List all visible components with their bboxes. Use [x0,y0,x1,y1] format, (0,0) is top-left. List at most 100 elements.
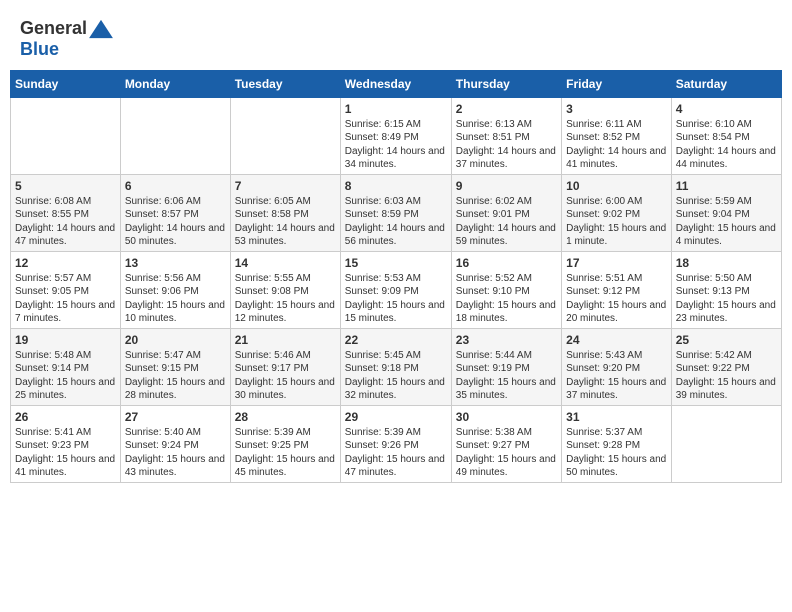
day-number: 12 [15,256,116,270]
calendar-cell: 6Sunrise: 6:06 AM Sunset: 8:57 PM Daylig… [120,174,230,251]
day-number: 7 [235,179,336,193]
day-number: 11 [676,179,777,193]
calendar-cell: 13 Sunrise: 5:56 AM Sunset: 9:06 PM Dayli… [120,251,230,328]
day-info: Sunrise: 5:41 AM Sunset: 9:23 PM Dayligh… [15,426,116,480]
calendar-cell: 24 Sunrise: 5:43 AM Sunset: 9:20 PM Dayli… [562,328,672,405]
day-info: Sunrise: 5:53 AM Sunset: 9:09 PM Dayligh… [345,272,447,326]
day-number: 4 [676,102,777,116]
calendar-cell [120,97,230,174]
day-info: Sunrise: 5:59 AM Sunset: 9:04 PM Dayligh… [676,195,777,249]
day-info: Sunrise: 6:05 AM Sunset: 8:58 PM Dayligh… [235,195,336,249]
day-number: 18 [676,256,777,270]
day-number: 24 [566,333,667,347]
day-number: 16 [456,256,557,270]
weekday-header-row: SundayMondayTuesdayWednesdayThursdayFrid… [11,70,782,97]
calendar-table: SundayMondayTuesdayWednesdayThursdayFrid… [10,70,782,483]
weekday-header-sunday: Sunday [11,70,121,97]
calendar-week-row: 19 Sunrise: 5:48 AM Sunset: 9:14 PM Dayli… [11,328,782,405]
day-info: Sunrise: 5:55 AM Sunset: 9:08 PM Dayligh… [235,272,336,326]
day-number: 29 [345,410,447,424]
day-info: Sunrise: 5:45 AM Sunset: 9:18 PM Dayligh… [345,349,447,403]
calendar-week-row: 26 Sunrise: 5:41 AM Sunset: 9:23 PM Dayli… [11,405,782,482]
day-info: Sunrise: 5:51 AM Sunset: 9:12 PM Dayligh… [566,272,667,326]
calendar-cell: 21 Sunrise: 5:46 AM Sunset: 9:17 PM Dayli… [230,328,340,405]
calendar-cell: 2 Sunrise: 6:13 AM Sunset: 8:51 PM Daylig… [451,97,561,174]
calendar-cell: 31Sunrise: 5:37 AM Sunset: 9:28 PM Dayli… [562,405,672,482]
day-number: 13 [125,256,226,270]
day-number: 1 [345,102,447,116]
calendar-cell: 20Sunrise: 5:47 AM Sunset: 9:15 PM Dayli… [120,328,230,405]
day-info: Sunrise: 6:15 AM Sunset: 8:49 PM Dayligh… [345,118,447,172]
day-number: 21 [235,333,336,347]
logo: GeneralBlue [20,18,115,60]
calendar-cell: 5 Sunrise: 6:08 AM Sunset: 8:55 PM Daylig… [11,174,121,251]
logo-icon [87,18,115,40]
calendar-cell [671,405,781,482]
calendar-cell: 25Sunrise: 5:42 AM Sunset: 9:22 PM Dayli… [671,328,781,405]
day-number: 22 [345,333,447,347]
day-number: 9 [456,179,557,193]
calendar-cell: 14 Sunrise: 5:55 AM Sunset: 9:08 PM Dayli… [230,251,340,328]
day-info: Sunrise: 5:43 AM Sunset: 9:20 PM Dayligh… [566,349,667,403]
weekday-header-wednesday: Wednesday [340,70,451,97]
calendar-cell: 3Sunrise: 6:11 AM Sunset: 8:52 PM Daylig… [562,97,672,174]
day-info: Sunrise: 5:50 AM Sunset: 9:13 PM Dayligh… [676,272,777,326]
day-info: Sunrise: 6:02 AM Sunset: 9:01 PM Dayligh… [456,195,557,249]
page-header: GeneralBlue [10,10,782,66]
day-number: 10 [566,179,667,193]
day-number: 5 [15,179,116,193]
calendar-cell: 23 Sunrise: 5:44 AM Sunset: 9:19 PM Dayli… [451,328,561,405]
calendar-cell: 1 Sunrise: 6:15 AM Sunset: 8:49 PM Daylig… [340,97,451,174]
calendar-week-row: 12 Sunrise: 5:57 AM Sunset: 9:05 PM Dayli… [11,251,782,328]
day-number: 20 [125,333,226,347]
day-info: Sunrise: 5:44 AM Sunset: 9:19 PM Dayligh… [456,349,557,403]
weekday-header-saturday: Saturday [671,70,781,97]
calendar-cell: 15 Sunrise: 5:53 AM Sunset: 9:09 PM Dayli… [340,251,451,328]
weekday-header-monday: Monday [120,70,230,97]
day-info: Sunrise: 5:39 AM Sunset: 9:26 PM Dayligh… [345,426,447,480]
calendar-cell: 10Sunrise: 6:00 AM Sunset: 9:02 PM Dayli… [562,174,672,251]
day-number: 27 [125,410,226,424]
calendar-cell: 22 Sunrise: 5:45 AM Sunset: 9:18 PM Dayli… [340,328,451,405]
day-info: Sunrise: 6:11 AM Sunset: 8:52 PM Dayligh… [566,118,667,172]
logo-blue-text: Blue [20,40,115,60]
day-number: 25 [676,333,777,347]
day-number: 2 [456,102,557,116]
day-info: Sunrise: 5:56 AM Sunset: 9:06 PM Dayligh… [125,272,226,326]
day-number: 17 [566,256,667,270]
weekday-header-friday: Friday [562,70,672,97]
calendar-cell: 4Sunrise: 6:10 AM Sunset: 8:54 PM Daylig… [671,97,781,174]
day-info: Sunrise: 5:39 AM Sunset: 9:25 PM Dayligh… [235,426,336,480]
calendar-cell: 9 Sunrise: 6:02 AM Sunset: 9:01 PM Daylig… [451,174,561,251]
calendar-cell: 8Sunrise: 6:03 AM Sunset: 8:59 PM Daylig… [340,174,451,251]
weekday-header-thursday: Thursday [451,70,561,97]
calendar-cell: 27 Sunrise: 5:40 AM Sunset: 9:24 PM Dayli… [120,405,230,482]
day-info: Sunrise: 5:52 AM Sunset: 9:10 PM Dayligh… [456,272,557,326]
day-info: Sunrise: 5:37 AM Sunset: 9:28 PM Dayligh… [566,426,667,480]
day-info: Sunrise: 6:08 AM Sunset: 8:55 PM Dayligh… [15,195,116,249]
calendar-cell: 12 Sunrise: 5:57 AM Sunset: 9:05 PM Dayli… [11,251,121,328]
day-number: 28 [235,410,336,424]
day-info: Sunrise: 5:57 AM Sunset: 9:05 PM Dayligh… [15,272,116,326]
logo-general-text: General [20,19,87,39]
day-info: Sunrise: 6:03 AM Sunset: 8:59 PM Dayligh… [345,195,447,249]
calendar-cell: 17 Sunrise: 5:51 AM Sunset: 9:12 PM Dayli… [562,251,672,328]
day-number: 15 [345,256,447,270]
calendar-cell [230,97,340,174]
day-number: 30 [456,410,557,424]
day-info: Sunrise: 6:13 AM Sunset: 8:51 PM Dayligh… [456,118,557,172]
day-info: Sunrise: 5:40 AM Sunset: 9:24 PM Dayligh… [125,426,226,480]
day-number: 23 [456,333,557,347]
day-number: 26 [15,410,116,424]
day-info: Sunrise: 5:48 AM Sunset: 9:14 PM Dayligh… [15,349,116,403]
day-info: Sunrise: 6:06 AM Sunset: 8:57 PM Dayligh… [125,195,226,249]
calendar-cell: 7 Sunrise: 6:05 AM Sunset: 8:58 PM Daylig… [230,174,340,251]
weekday-header-tuesday: Tuesday [230,70,340,97]
calendar-cell [11,97,121,174]
calendar-week-row: 1 Sunrise: 6:15 AM Sunset: 8:49 PM Daylig… [11,97,782,174]
day-number: 14 [235,256,336,270]
calendar-cell: 11 Sunrise: 5:59 AM Sunset: 9:04 PM Dayli… [671,174,781,251]
day-number: 19 [15,333,116,347]
calendar-cell: 18 Sunrise: 5:50 AM Sunset: 9:13 PM Dayli… [671,251,781,328]
day-info: Sunrise: 5:46 AM Sunset: 9:17 PM Dayligh… [235,349,336,403]
